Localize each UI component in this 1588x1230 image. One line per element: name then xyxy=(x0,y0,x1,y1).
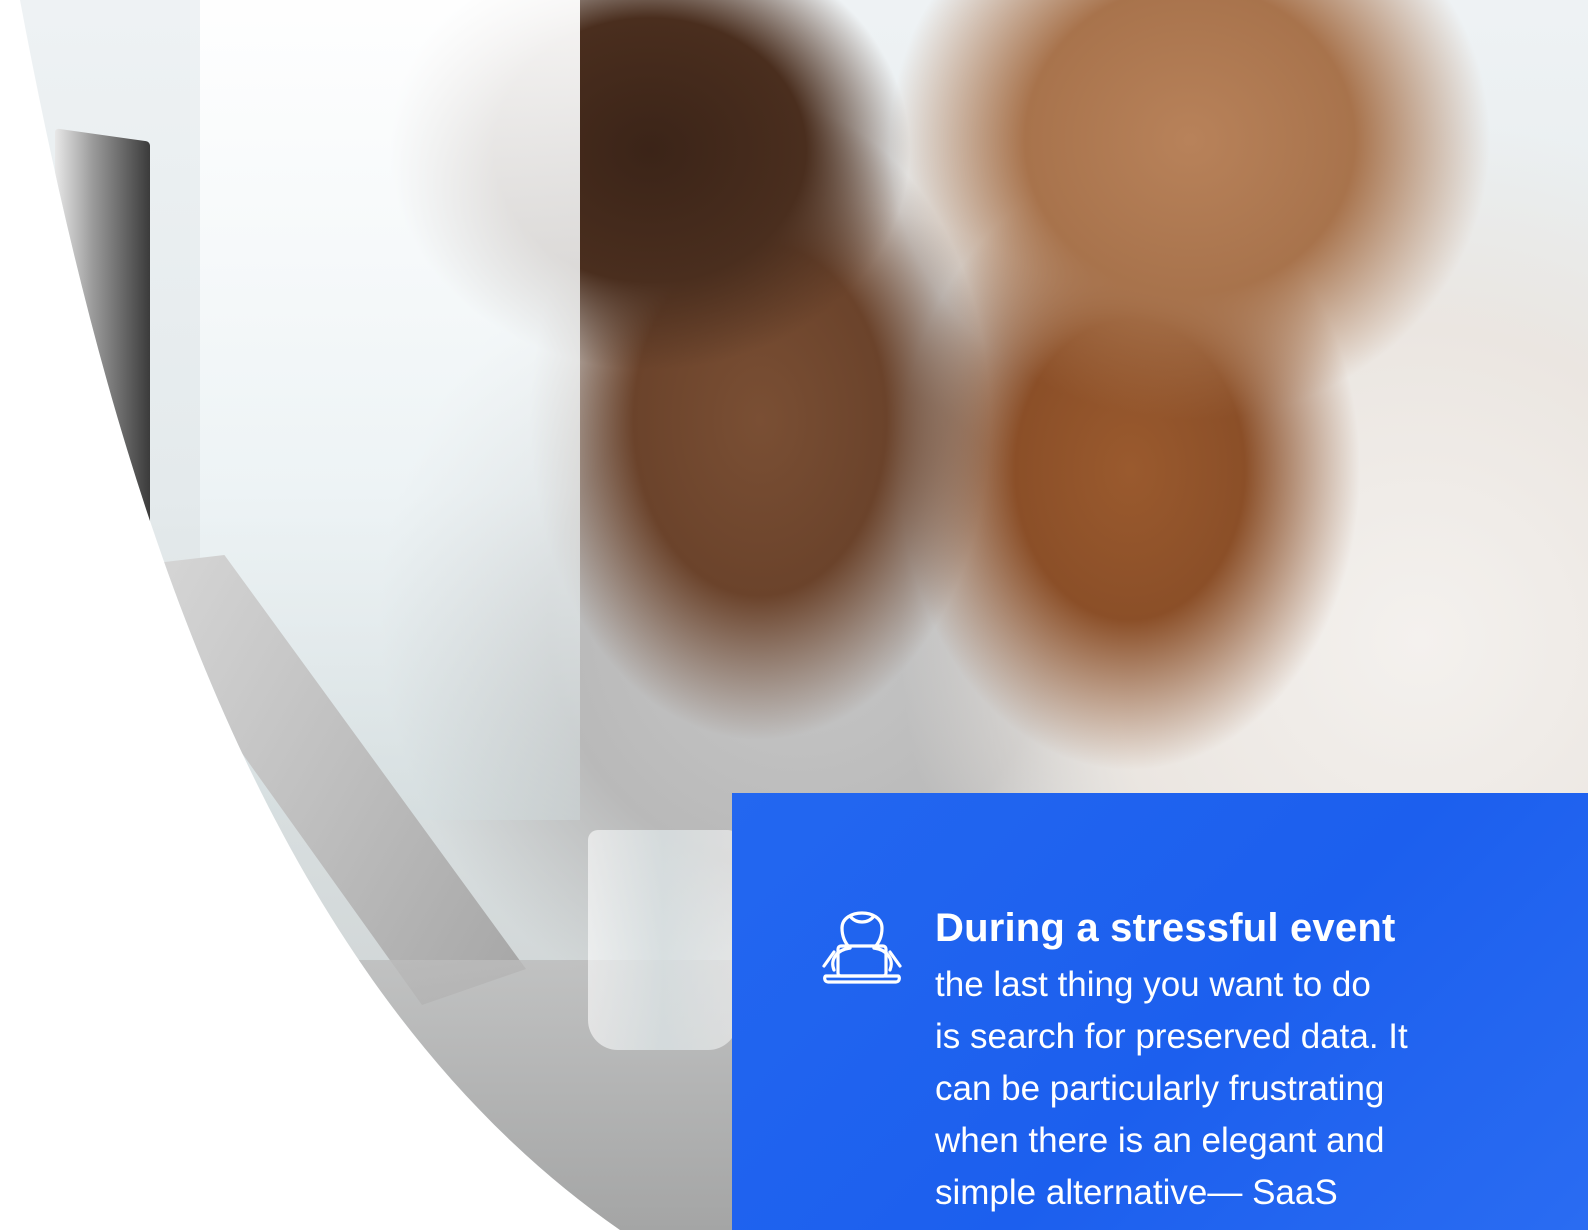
callout-title: During a stressful event xyxy=(935,906,1396,950)
monitor-edge xyxy=(55,128,150,571)
callout-card: During a stressful event the last thing … xyxy=(732,793,1588,1230)
hero-section: During a stressful event the last thing … xyxy=(0,0,1588,1230)
person-at-laptop-icon xyxy=(822,911,902,984)
water-glass xyxy=(588,830,738,1050)
callout-body: the last thing you want to do is search … xyxy=(935,965,1408,1212)
callout-text: During a stressful event the last thing … xyxy=(935,903,1555,1219)
